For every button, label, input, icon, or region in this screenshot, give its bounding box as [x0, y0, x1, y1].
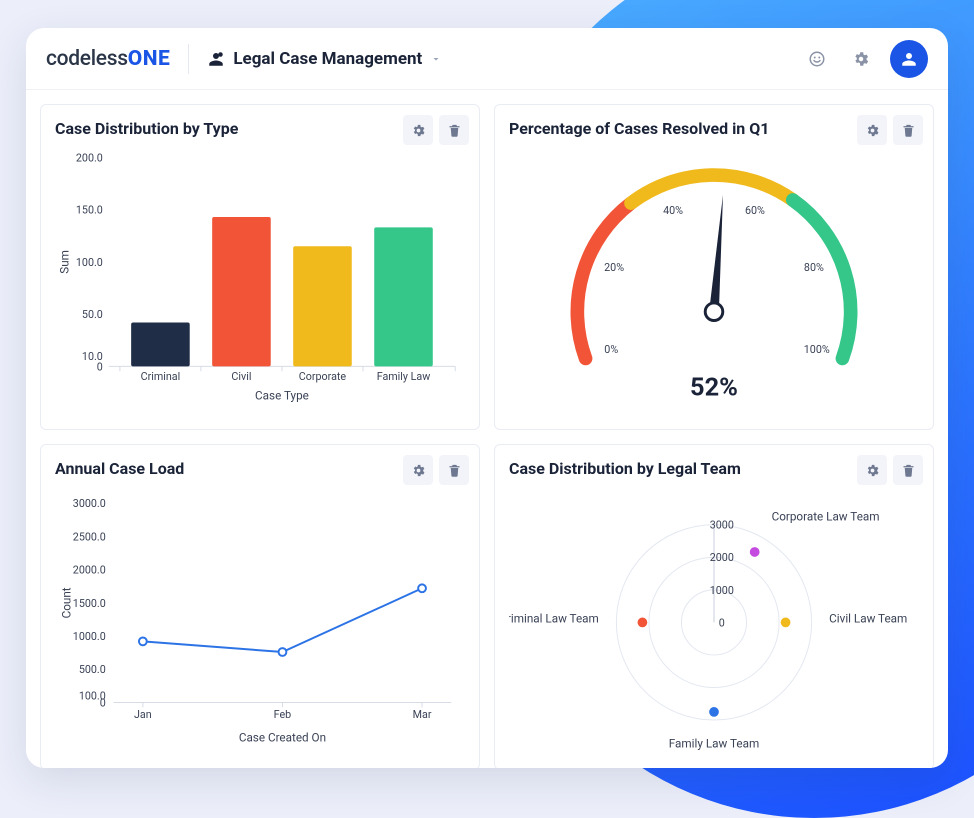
user-avatar[interactable]: [890, 40, 928, 78]
feedback-button[interactable]: [802, 44, 832, 74]
svg-text:2000.0: 2000.0: [73, 564, 106, 577]
workspace-name: Legal Case Management: [233, 49, 422, 69]
gear-icon: [852, 50, 870, 68]
svg-text:2000: 2000: [710, 551, 734, 564]
logo-part-2: ONE: [128, 47, 171, 71]
trash-icon: [447, 463, 462, 478]
svg-text:Family Law: Family Law: [377, 370, 431, 383]
app-shell: codelessONE Legal Case Management Case D…: [26, 28, 948, 768]
trash-icon: [901, 123, 916, 138]
svg-text:60%: 60%: [745, 204, 765, 217]
svg-text:Case Created On: Case Created On: [239, 731, 326, 745]
svg-text:Civil Law Team: Civil Law Team: [829, 611, 907, 625]
card-case-distribution-team: Case Distribution by Legal Team 01000200…: [494, 444, 934, 768]
user-icon: [900, 50, 918, 68]
top-actions: [802, 40, 928, 78]
smiley-icon: [808, 50, 826, 68]
svg-text:0%: 0%: [604, 343, 618, 356]
svg-text:1000: 1000: [710, 584, 734, 597]
svg-text:20%: 20%: [604, 261, 624, 274]
svg-text:1500.0: 1500.0: [73, 597, 106, 610]
svg-text:2500.0: 2500.0: [73, 530, 106, 543]
org-icon: [207, 50, 225, 68]
trash-icon: [447, 123, 462, 138]
svg-text:500.0: 500.0: [79, 663, 106, 676]
gauge-chart: 0% 20% 40% 60% 80% 100% 52%: [509, 138, 919, 419]
divider: [188, 44, 189, 74]
top-bar: codelessONE Legal Case Management: [26, 28, 948, 90]
svg-text:40%: 40%: [663, 204, 683, 217]
svg-text:100.0: 100.0: [76, 256, 103, 269]
dashboard-grid: Case Distribution by Type 010.050.0100.0…: [26, 90, 948, 768]
svg-text:Count: Count: [60, 587, 74, 618]
svg-text:Family Law Team: Family Law Team: [669, 736, 759, 750]
svg-text:80%: 80%: [804, 261, 824, 274]
svg-text:Case Type: Case Type: [255, 389, 309, 403]
polar-chart: 0 1000 2000 3000 Corporate Law Team Civil Law…: [509, 478, 919, 759]
bar-chart: 010.050.0100.0150.0200.0CriminalCivilCor…: [55, 138, 465, 419]
svg-text:Mar: Mar: [413, 708, 432, 721]
gear-icon: [411, 463, 426, 478]
svg-text:Corporate Law Team: Corporate Law Team: [772, 510, 880, 524]
svg-text:10.0: 10.0: [82, 350, 103, 363]
svg-text:1000.0: 1000.0: [73, 630, 106, 643]
trash-icon: [901, 463, 916, 478]
settings-button[interactable]: [846, 44, 876, 74]
svg-text:Corporate: Corporate: [299, 370, 347, 383]
svg-text:3000: 3000: [710, 519, 734, 532]
card-annual-case-load: Annual Case Load 0100.0500.01000.01500.0…: [40, 444, 480, 768]
svg-text:100.0: 100.0: [79, 690, 106, 703]
line-chart: 0100.0500.01000.01500.02000.02500.03000.…: [55, 478, 465, 759]
svg-text:Feb: Feb: [274, 708, 292, 721]
card-cases-resolved-q1: Percentage of Cases Resolved in Q1 0%20%…: [494, 104, 934, 430]
chevron-down-icon: [430, 53, 442, 65]
svg-text:Jan: Jan: [134, 708, 152, 721]
svg-text:200.0: 200.0: [76, 151, 103, 164]
brand-logo: codelessONE: [46, 47, 170, 71]
gear-icon: [865, 463, 880, 478]
svg-text:Criminal: Criminal: [141, 370, 181, 383]
svg-text:3000.0: 3000.0: [73, 497, 106, 510]
svg-text:50.0: 50.0: [82, 308, 103, 321]
gear-icon: [411, 123, 426, 138]
svg-text:Civil: Civil: [231, 370, 251, 383]
svg-text:52%: 52%: [690, 373, 738, 403]
logo-part-1: codeless: [46, 47, 128, 71]
card-case-distribution-type: Case Distribution by Type 010.050.0100.0…: [40, 104, 480, 430]
svg-text:0: 0: [719, 616, 725, 629]
workspace-switcher[interactable]: Legal Case Management: [207, 49, 442, 69]
svg-text:150.0: 150.0: [76, 204, 103, 217]
gear-icon: [865, 123, 880, 138]
svg-text:Criminal Law Team: Criminal Law Team: [509, 611, 599, 625]
svg-text:100%: 100%: [804, 343, 830, 356]
svg-text:Sum: Sum: [58, 250, 72, 274]
